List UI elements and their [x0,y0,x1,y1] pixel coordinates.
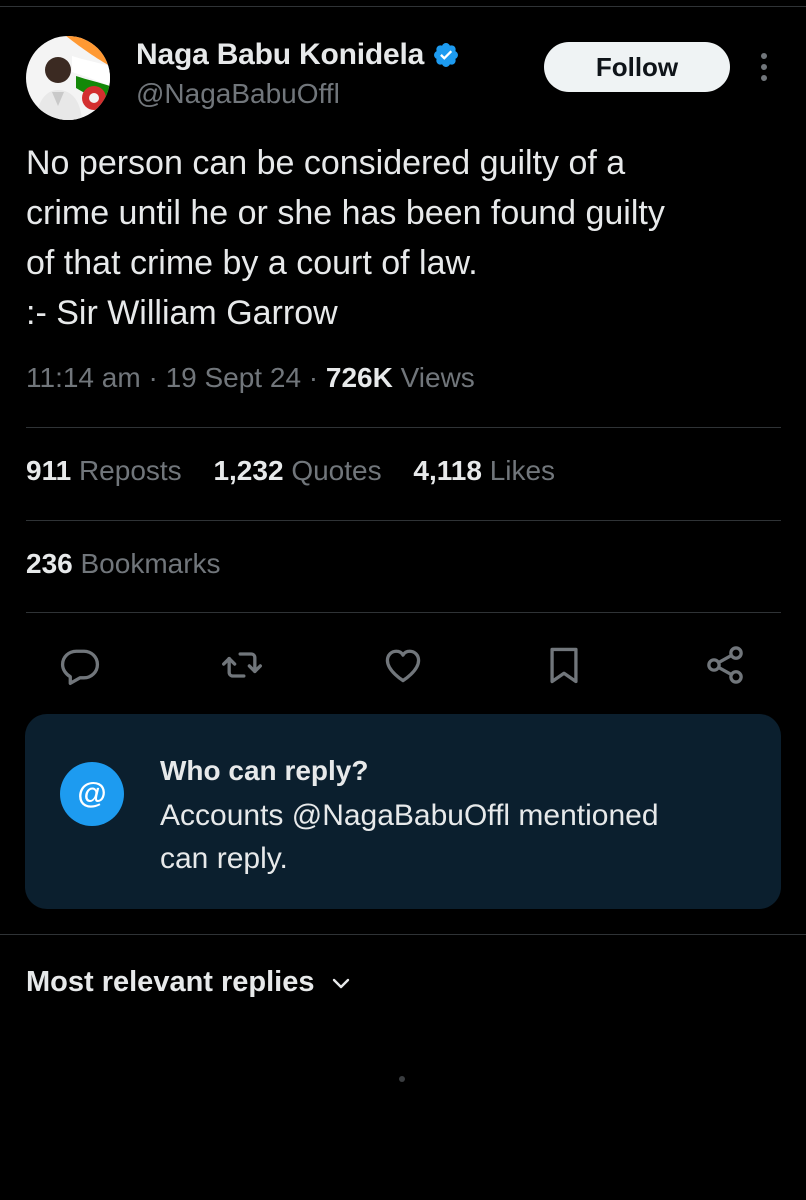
reply-restriction-line: Accounts @NagaBabuOffl mentioned [160,799,659,832]
replies-sort-label: Most relevant replies [26,966,315,998]
reply-button[interactable] [58,643,102,687]
replies-sort-dropdown[interactable]: Most relevant replies [26,966,353,999]
tweet-text-line: :- Sir William Garrow [26,294,338,332]
tweet-text: No person can be considered guilty of a … [26,138,786,338]
bookmarks-count: 236 [26,548,73,579]
reposts-stat[interactable]: 911 Reposts [26,455,182,487]
reposts-label: Reposts [78,455,182,486]
likes-count: 4,118 [413,455,482,486]
quotes-count: 1,232 [213,455,284,486]
avatar-image [26,36,110,120]
divider [26,427,781,428]
meta-separator: · [308,362,319,393]
author-handle[interactable]: @NagaBabuOffl [136,78,340,110]
repost-icon [222,652,262,678]
bookmarks-stat[interactable]: 236 Bookmarks [26,548,221,580]
reply-icon [60,649,100,685]
divider [26,612,781,613]
reposts-count: 911 [26,455,72,486]
follow-button[interactable]: Follow [544,42,730,92]
bookmarks-label: Bookmarks [80,548,221,579]
more-options-icon[interactable] [756,50,772,84]
author-name[interactable]: Naga Babu Konidela [136,38,424,72]
verified-badge-icon [432,41,460,69]
share-button[interactable] [703,643,747,687]
bookmark-button[interactable] [542,643,586,687]
likes-stat[interactable]: 4,118 Likes [413,455,555,487]
repost-button[interactable] [220,643,264,687]
views-label[interactable]: Views [401,362,475,393]
at-mention-icon: @ [60,762,124,826]
top-divider [0,6,806,7]
tweet-date[interactable]: 19 Sept 24 [166,362,301,393]
tweet-stats: 911 Reposts 1,232 Quotes 4,118 Likes [26,455,579,487]
likes-label: Likes [489,455,556,486]
author-avatar[interactable] [26,36,110,120]
share-icon [707,646,743,684]
like-icon [385,649,421,683]
quotes-label: Quotes [291,455,382,486]
reply-restriction-description: Accounts @NagaBabuOffl mentioned can rep… [160,794,760,880]
quotes-stat[interactable]: 1,232 Quotes [213,455,381,487]
divider [26,520,781,521]
loading-indicator [399,1076,405,1082]
like-button[interactable] [381,643,425,687]
divider [0,934,806,935]
tweet-text-line: No person can be considered guilty of a [26,144,626,182]
bookmark-icon [550,647,578,684]
tweet-text-line: of that crime by a court of law. [26,244,478,282]
tweet-time[interactable]: 11:14 am [26,362,141,393]
reply-restriction-line: can reply. [160,842,288,875]
views-count[interactable]: 726K [326,362,393,393]
author-name-row[interactable]: Naga Babu Konidela [136,38,460,72]
chevron-down-icon [329,971,353,995]
tweet-meta: 11:14 am · 19 Sept 24 · 726K Views [26,362,475,394]
tweet-text-line: crime until he or she has been found gui… [26,194,665,232]
reply-restriction-title: Who can reply? [160,755,369,786]
meta-separator: · [148,362,158,393]
